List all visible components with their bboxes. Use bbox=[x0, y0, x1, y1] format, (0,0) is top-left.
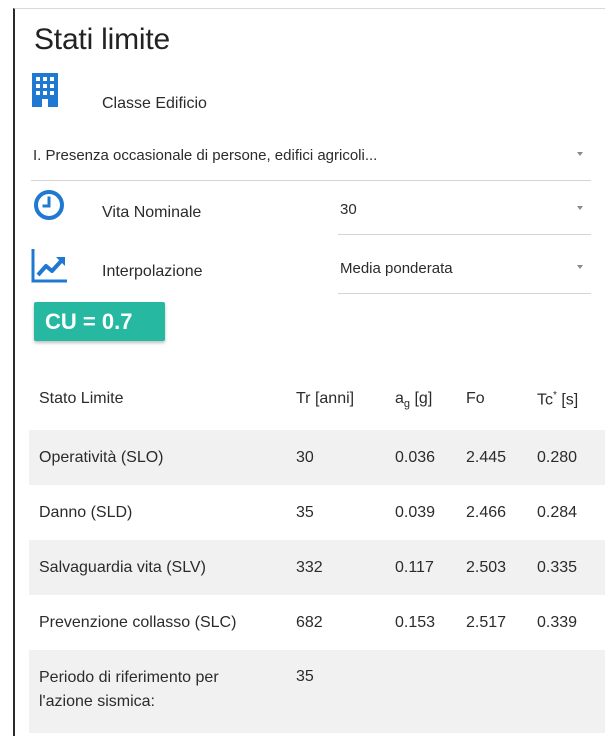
vita-nominale-value: 30 bbox=[340, 201, 357, 218]
cell-stato: Salvaguardia vita (SLV) bbox=[39, 559, 206, 576]
header-tr: Tr [anni] bbox=[296, 390, 355, 407]
classe-edificio-select[interactable]: I. Presenza occasionale di persone, edif… bbox=[31, 135, 591, 181]
cell-stato: Prevenzione collasso (SLC) bbox=[39, 614, 237, 631]
classe-edificio-value: I. Presenza occasionale di persone, edif… bbox=[33, 147, 378, 164]
table-header-row: Stato Limite Tr [anni] ag [g] Fo Tc* [s] bbox=[29, 372, 605, 430]
cell-fo: 2.445 bbox=[466, 449, 507, 466]
cell-ag: 0.039 bbox=[395, 504, 436, 521]
cell-fo: 2.517 bbox=[466, 614, 507, 631]
cell-tc: 0.280 bbox=[537, 449, 578, 466]
header-tc: Tc* [s] bbox=[537, 390, 579, 409]
cell-ag: 0.117 bbox=[395, 559, 434, 576]
table-row: Prevenzione collasso (SLC) 682 0.153 2.5… bbox=[29, 595, 605, 650]
stati-limite-panel: Stati limite Classe Edificio I. Presenza… bbox=[13, 8, 605, 736]
cell-ag: 0.153 bbox=[395, 614, 436, 631]
vita-nominale-label: Vita Nominale bbox=[102, 204, 202, 221]
interpolazione-value: Media ponderata bbox=[340, 260, 453, 277]
clock-icon bbox=[34, 190, 64, 220]
stati-limite-table: Stato Limite Tr [anni] ag [g] Fo Tc* [s]… bbox=[29, 372, 605, 733]
trend-chart-icon bbox=[31, 249, 67, 283]
chevron-down-icon bbox=[577, 265, 583, 269]
interpolazione-select[interactable]: Media ponderata bbox=[338, 248, 591, 294]
cell-tr: 332 bbox=[296, 559, 323, 576]
periodo-riferimento-row: Periodo di riferimento per l'azione sism… bbox=[29, 650, 605, 733]
chevron-down-icon bbox=[577, 152, 583, 156]
page-title: Stati limite bbox=[34, 23, 170, 56]
periodo-riferimento-value: 35 bbox=[296, 668, 314, 685]
interpolazione-label: Interpolazione bbox=[102, 263, 203, 280]
header-stato-limite: Stato Limite bbox=[39, 390, 124, 407]
cell-fo: 2.503 bbox=[466, 559, 507, 576]
header-ag: ag [g] bbox=[395, 390, 433, 411]
cell-stato: Operatività (SLO) bbox=[39, 449, 164, 466]
chevron-down-icon bbox=[577, 206, 583, 210]
header-fo: Fo bbox=[466, 390, 485, 407]
building-icon bbox=[32, 73, 58, 107]
vita-nominale-select[interactable]: 30 bbox=[338, 189, 591, 235]
cell-fo: 2.466 bbox=[466, 504, 507, 521]
table-row: Salvaguardia vita (SLV) 332 0.117 2.503 … bbox=[29, 540, 605, 595]
cell-stato: Danno (SLD) bbox=[39, 504, 133, 521]
cell-tr: 682 bbox=[296, 614, 323, 631]
cell-tr: 30 bbox=[296, 449, 314, 466]
cell-tc: 0.284 bbox=[537, 504, 578, 521]
cell-tc: 0.339 bbox=[537, 614, 578, 631]
cell-tc: 0.335 bbox=[537, 559, 578, 576]
cell-ag: 0.036 bbox=[395, 449, 436, 466]
table-row: Danno (SLD) 35 0.039 2.466 0.284 bbox=[29, 485, 605, 540]
periodo-riferimento-label: Periodo di riferimento per l'azione sism… bbox=[39, 669, 219, 710]
cu-badge: CU = 0.7 bbox=[34, 302, 165, 341]
cell-tr: 35 bbox=[296, 504, 314, 521]
table-row: Operatività (SLO) 30 0.036 2.445 0.280 bbox=[29, 430, 605, 485]
classe-edificio-label: Classe Edificio bbox=[102, 95, 207, 112]
